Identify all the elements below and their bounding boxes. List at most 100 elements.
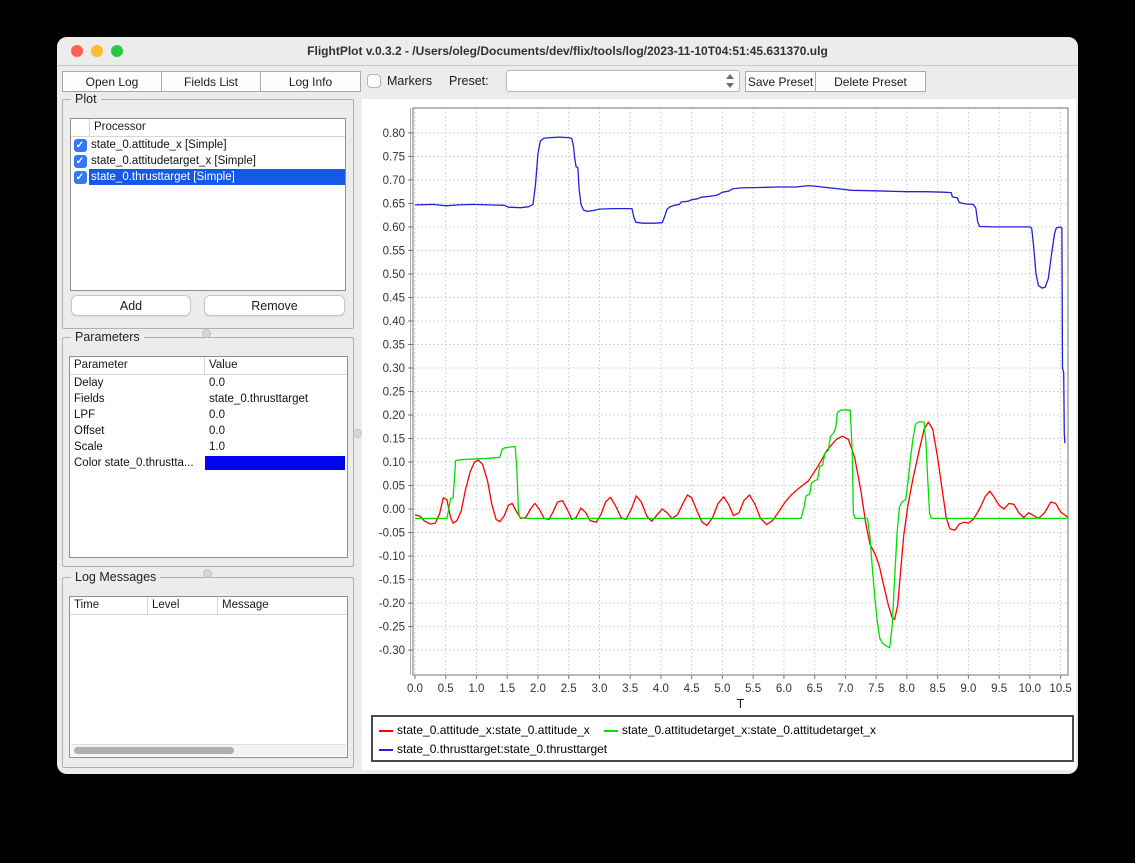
processor-table[interactable]: Processor ✓state_0.attitude_x [Simple]✓s… <box>70 118 346 291</box>
parameter-row[interactable]: LPF0.0 <box>70 407 347 423</box>
processor-row-label[interactable]: state_0.attitude_x [Simple] <box>89 137 345 153</box>
parameter-name: LPF <box>70 407 204 423</box>
svg-text:0.00: 0.00 <box>383 504 405 516</box>
legend-item: state_0.attitude_x:state_0.attitude_x <box>379 721 590 740</box>
processor-row[interactable]: ✓state_0.thrusttarget [Simple] <box>71 169 345 185</box>
log-table-header: Time Level Message <box>70 597 347 615</box>
titlebar: FlightPlot v.0.3.2 - /Users/oleg/Documen… <box>57 37 1078 66</box>
markers-checkbox[interactable] <box>367 74 381 88</box>
svg-text:0.30: 0.30 <box>383 363 405 375</box>
delete-preset-button[interactable]: Delete Preset <box>815 71 926 92</box>
splitter-handle-icon[interactable] <box>353 429 362 438</box>
legend-label: state_0.attitude_x:state_0.attitude_x <box>397 721 590 740</box>
chart-panel[interactable]: 0.800.750.700.650.600.550.500.450.400.35… <box>362 99 1076 770</box>
svg-text:-0.05: -0.05 <box>379 528 405 540</box>
legend-item: state_0.thrusttarget:state_0.thrusttarge… <box>379 740 607 759</box>
svg-text:8.5: 8.5 <box>930 683 946 695</box>
row-checkbox[interactable]: ✓ <box>74 139 87 152</box>
chart-legend: state_0.attitude_x:state_0.attitude_xsta… <box>371 715 1074 762</box>
processor-row-label[interactable]: state_0.thrusttarget [Simple] <box>89 169 345 185</box>
parameter-name: Fields <box>70 391 204 407</box>
preset-label: Preset: <box>449 71 489 92</box>
svg-text:7.5: 7.5 <box>868 683 884 695</box>
svg-text:0.0: 0.0 <box>407 683 423 695</box>
parameter-value[interactable]: 1.0 <box>204 439 347 455</box>
svg-text:0.45: 0.45 <box>383 292 405 304</box>
open-log-button[interactable]: Open Log <box>62 71 162 92</box>
svg-text:4.5: 4.5 <box>684 683 700 695</box>
stepper-icon[interactable] <box>725 74 735 88</box>
zoom-window-button[interactable] <box>111 45 123 57</box>
parameter-value[interactable]: state_0.thrusttarget <box>204 391 347 407</box>
add-button[interactable]: Add <box>71 295 191 316</box>
svg-text:-0.30: -0.30 <box>379 645 405 657</box>
svg-text:4.0: 4.0 <box>653 683 669 695</box>
processor-row[interactable]: ✓state_0.attitude_x [Simple] <box>71 137 345 153</box>
horizontal-scrollbar[interactable] <box>71 744 346 756</box>
splitter-handle-icon[interactable] <box>202 329 211 338</box>
svg-text:6.0: 6.0 <box>776 683 792 695</box>
row-checkbox[interactable]: ✓ <box>74 155 87 168</box>
svg-text:-0.15: -0.15 <box>379 575 405 587</box>
minimize-window-button[interactable] <box>91 45 103 57</box>
level-column-header: Level <box>147 597 217 614</box>
parameter-value[interactable]: 0.0 <box>204 423 347 439</box>
checkbox-cell: ✓ <box>71 171 89 184</box>
parameter-row[interactable]: Delay0.0 <box>70 375 347 391</box>
parameters-table[interactable]: Parameter Value Delay0.0Fieldsstate_0.th… <box>69 356 348 558</box>
svg-text:0.70: 0.70 <box>383 175 405 187</box>
legend-row: state_0.thrusttarget:state_0.thrusttarge… <box>379 740 1066 759</box>
svg-text:-0.10: -0.10 <box>379 551 405 563</box>
color-swatch[interactable] <box>205 456 345 470</box>
app-window: FlightPlot v.0.3.2 - /Users/oleg/Documen… <box>57 37 1078 774</box>
log-messages-table[interactable]: Time Level Message <box>69 596 348 758</box>
parameters-panel: Parameters Parameter Value Delay0.0Field… <box>62 337 354 567</box>
svg-text:0.20: 0.20 <box>383 410 405 422</box>
log-info-button[interactable]: Log Info <box>260 71 361 92</box>
plot-canvas[interactable]: 0.800.750.700.650.600.550.500.450.400.35… <box>362 99 1076 711</box>
processor-row[interactable]: ✓state_0.attitudetarget_x [Simple] <box>71 153 345 169</box>
save-preset-button[interactable]: Save Preset <box>745 71 816 92</box>
svg-text:0.80: 0.80 <box>383 128 405 140</box>
svg-text:-0.25: -0.25 <box>379 622 405 634</box>
legend-line-swatch <box>379 730 393 732</box>
parameter-value[interactable]: 0.0 <box>204 407 347 423</box>
parameter-value[interactable]: 0.0 <box>204 375 347 391</box>
time-column-header: Time <box>70 597 147 614</box>
message-column-header: Message <box>217 597 347 614</box>
processor-row-label[interactable]: state_0.attitudetarget_x [Simple] <box>89 153 345 169</box>
preset-combobox[interactable] <box>506 70 740 92</box>
parameter-row[interactable]: Offset0.0 <box>70 423 347 439</box>
parameter-row[interactable]: Fieldsstate_0.thrusttarget <box>70 391 347 407</box>
row-checkbox[interactable]: ✓ <box>74 171 87 184</box>
parameter-color-row[interactable]: Color state_0.thrustta... <box>70 455 347 471</box>
remove-button[interactable]: Remove <box>204 295 345 316</box>
parameters-table-header: Parameter Value <box>70 357 347 375</box>
svg-text:0.40: 0.40 <box>383 316 405 328</box>
svg-text:-0.20: -0.20 <box>379 598 405 610</box>
svg-text:10.0: 10.0 <box>1019 683 1041 695</box>
fields-list-button[interactable]: Fields List <box>161 71 261 92</box>
scrollbar-thumb[interactable] <box>74 747 234 754</box>
parameter-name: Delay <box>70 375 204 391</box>
plot-panel: Plot Processor ✓state_0.attitude_x [Simp… <box>62 99 354 329</box>
close-window-button[interactable] <box>71 45 83 57</box>
svg-text:9.5: 9.5 <box>991 683 1007 695</box>
svg-text:10.5: 10.5 <box>1049 683 1071 695</box>
parameter-name: Scale <box>70 439 204 455</box>
svg-text:1.5: 1.5 <box>499 683 515 695</box>
value-column-header: Value <box>204 357 347 374</box>
svg-text:7.0: 7.0 <box>837 683 853 695</box>
log-messages-panel-title: Log Messages <box>71 570 160 584</box>
color-value-cell[interactable] <box>204 455 347 471</box>
plot-panel-title: Plot <box>71 92 101 106</box>
svg-text:5.5: 5.5 <box>745 683 761 695</box>
parameter-row[interactable]: Scale1.0 <box>70 439 347 455</box>
svg-text:0.5: 0.5 <box>438 683 454 695</box>
svg-text:0.10: 0.10 <box>383 457 405 469</box>
parameters-panel-title: Parameters <box>71 330 144 344</box>
svg-text:0.55: 0.55 <box>383 245 405 257</box>
legend-row: state_0.attitude_x:state_0.attitude_xsta… <box>379 721 1066 740</box>
splitter-handle-icon[interactable] <box>203 569 212 578</box>
svg-text:0.25: 0.25 <box>383 387 405 399</box>
